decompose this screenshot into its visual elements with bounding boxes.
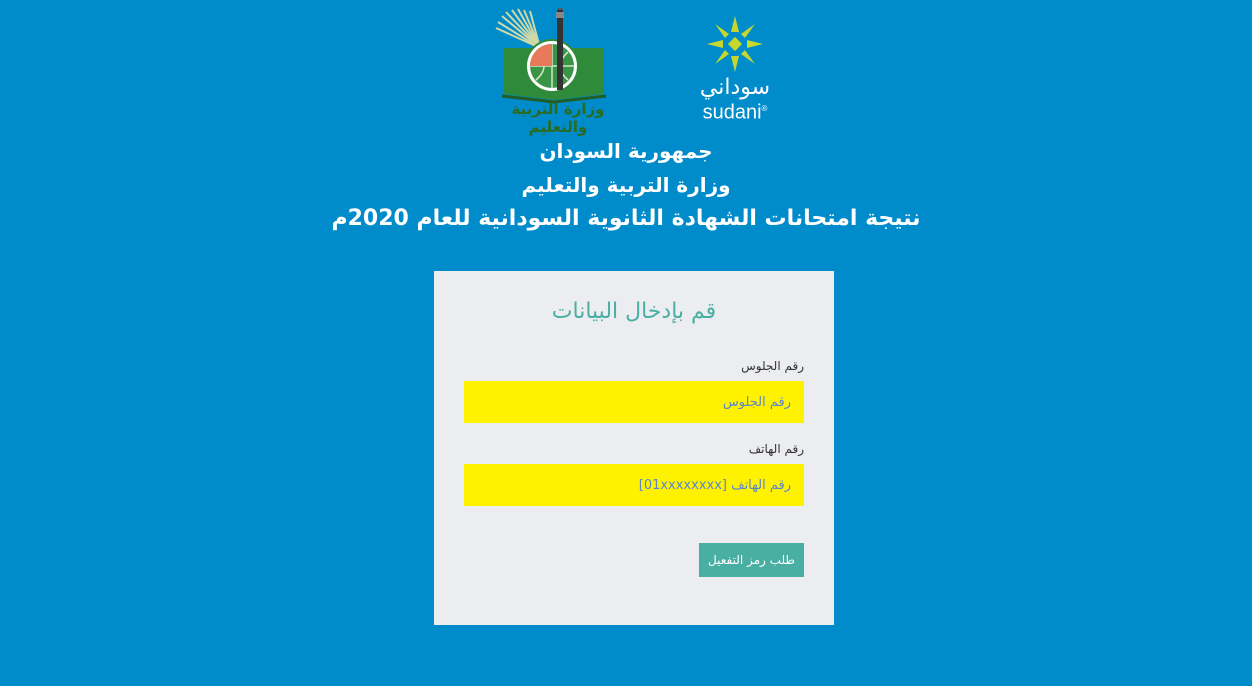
page-title: نتيجة امتحانات الشهادة الثانوية السوداني… bbox=[331, 206, 921, 231]
ministry-logo-text: وزارة التربية والتعليم bbox=[511, 100, 605, 136]
ministry-emblem-icon bbox=[495, 4, 607, 104]
ministry-of-education-logo: وزارة التربية والتعليم bbox=[488, 4, 628, 136]
request-activation-code-button[interactable]: طلب رمز التفعيل bbox=[699, 543, 804, 577]
sudani-logo: سوداني sudani® bbox=[696, 14, 780, 124]
sudani-arabic-wordmark: سوداني bbox=[699, 75, 771, 100]
logo-bar: وزارة التربية والتعليم سوداني sudani® bbox=[0, 4, 1252, 136]
header-ministry: وزارة التربية والتعليم bbox=[521, 173, 731, 197]
header-country: جمهورية السودان bbox=[539, 139, 713, 163]
phone-number-label: رقم الهاتف bbox=[748, 442, 804, 456]
seat-number-input[interactable] bbox=[464, 381, 804, 423]
page-header: جمهورية السودان وزارة التربية والتعليم ن… bbox=[0, 134, 1252, 236]
seat-number-label: رقم الجلوس bbox=[741, 359, 804, 373]
phone-number-input[interactable] bbox=[464, 464, 804, 506]
sudani-star-icon bbox=[707, 16, 763, 72]
data-entry-form: قم بإدخال البيانات رقم الجلوس رقم الهاتف… bbox=[434, 271, 834, 625]
form-heading: قم بإدخال البيانات bbox=[551, 299, 717, 324]
sudani-english-wordmark: sudani® bbox=[702, 101, 768, 124]
